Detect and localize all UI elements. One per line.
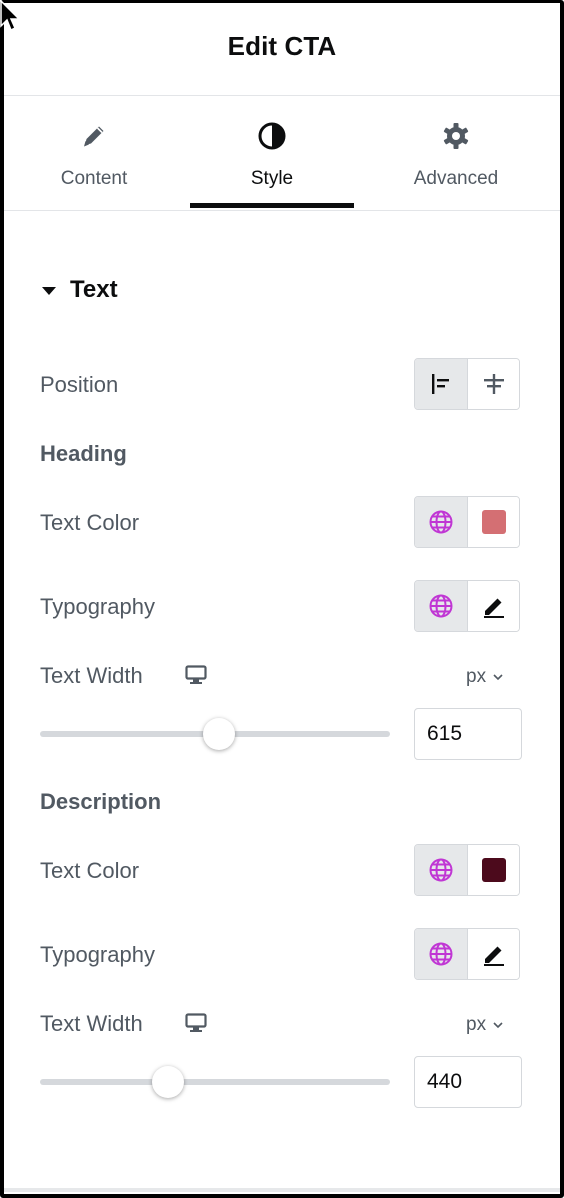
heading-color-picker-button[interactable] (468, 497, 519, 547)
description-unit-select[interactable]: px (466, 1014, 504, 1036)
heading-typography-edit-button[interactable] (468, 581, 519, 631)
panel-tabs: Content Style Advanced (4, 96, 560, 211)
heading-color-global-button[interactable] (415, 497, 467, 547)
slider-track (40, 1079, 390, 1085)
mouse-pointer-icon (0, 0, 21, 32)
active-tab-indicator (190, 203, 354, 208)
align-start-icon (432, 374, 449, 394)
globe-icon (429, 510, 453, 534)
align-center-icon (484, 374, 504, 394)
description-typography-global-button[interactable] (415, 929, 467, 979)
heading-color-swatch (482, 510, 506, 534)
description-text-color-control (414, 844, 520, 896)
heading-text-width-input[interactable] (414, 708, 522, 760)
description-color-picker-button[interactable] (468, 845, 519, 895)
pencil-icon (484, 946, 504, 966)
heading-text-color-control (414, 496, 520, 548)
gear-icon (443, 123, 469, 149)
globe-icon (429, 858, 453, 882)
description-subtitle: Description (40, 789, 162, 814)
tab-advanced[interactable]: Advanced (374, 96, 538, 210)
description-typography-label: Typography (40, 942, 155, 967)
heading-typography-global-button[interactable] (415, 581, 467, 631)
desktop-icon[interactable] (185, 665, 207, 685)
chevron-down-icon (493, 674, 503, 681)
globe-icon (429, 594, 453, 618)
description-color-global-button[interactable] (415, 845, 467, 895)
pencil-icon (84, 126, 104, 147)
description-color-swatch (482, 858, 506, 882)
description-unit-value: px (466, 1014, 487, 1035)
slider-thumb[interactable] (202, 718, 235, 750)
chevron-down-icon (493, 1022, 503, 1029)
description-typography-control (414, 928, 520, 980)
heading-text-width-label: Text Width (40, 663, 143, 688)
heading-typography-label: Typography (40, 594, 155, 619)
desktop-icon[interactable] (185, 1013, 207, 1033)
tab-style[interactable]: Style (190, 96, 354, 210)
heading-text-color-label: Text Color (40, 510, 140, 535)
description-text-width-slider[interactable] (40, 1064, 390, 1100)
panel-footer-divider (4, 1188, 560, 1192)
description-typography-edit-button[interactable] (468, 929, 519, 979)
panel-header: Edit CTA (4, 3, 560, 96)
heading-unit-select[interactable]: px (466, 666, 504, 688)
slider-thumb[interactable] (151, 1066, 184, 1098)
position-control (414, 358, 520, 410)
description-text-color-label: Text Color (40, 858, 140, 883)
heading-typography-control (414, 580, 520, 632)
half-circle-icon (258, 122, 286, 150)
heading-subtitle: Heading (40, 441, 127, 466)
position-start-button[interactable] (415, 359, 467, 409)
panel-title: Edit CTA (227, 31, 337, 61)
heading-text-width-slider[interactable] (40, 716, 390, 752)
section-title: Text (70, 276, 118, 303)
position-label: Position (40, 372, 119, 397)
caret-down-icon (42, 287, 56, 295)
globe-icon (429, 942, 453, 966)
position-center-button[interactable] (468, 359, 519, 409)
tab-content[interactable]: Content (12, 96, 176, 210)
tab-advanced-label: Advanced (413, 168, 499, 189)
pencil-icon (484, 598, 504, 618)
tab-style-label: Style (250, 168, 294, 189)
tab-content-label: Content (60, 168, 128, 189)
description-text-width-label: Text Width (40, 1011, 143, 1036)
description-text-width-input[interactable] (414, 1056, 522, 1108)
heading-unit-value: px (466, 666, 487, 687)
